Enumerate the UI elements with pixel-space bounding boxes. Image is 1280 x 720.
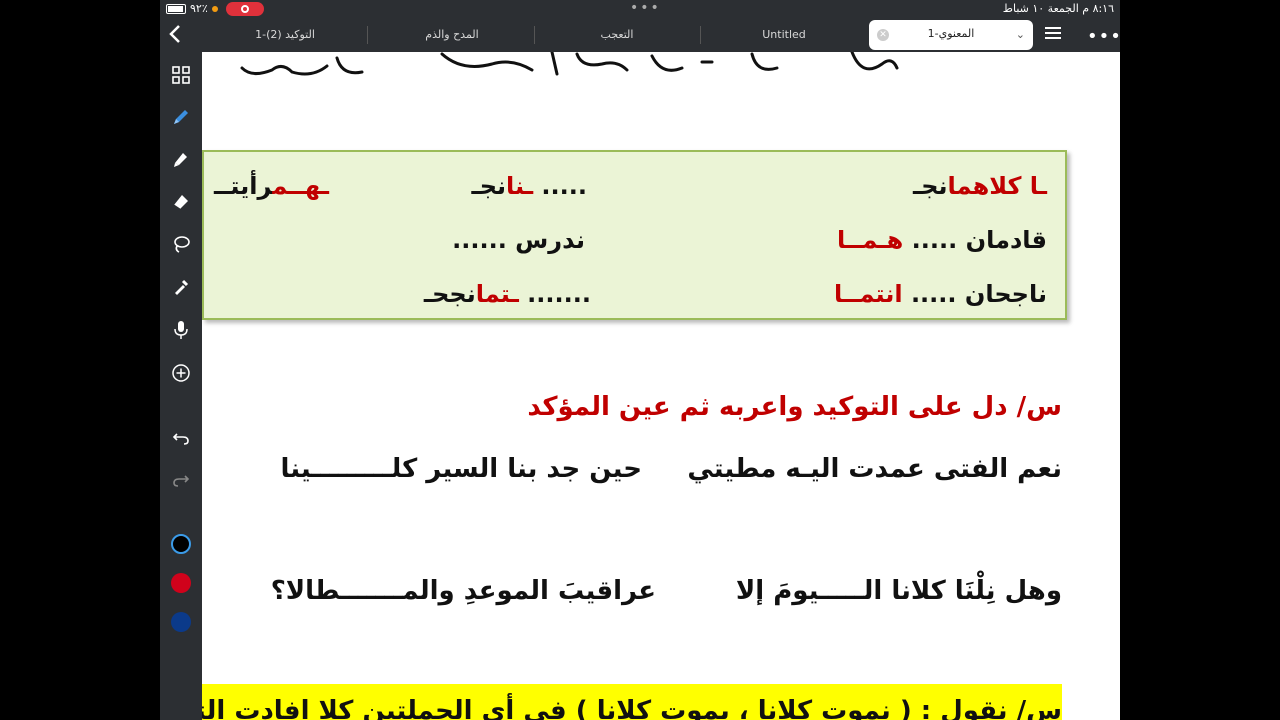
- example-r3-right: ناجحان ..... انتمــا: [834, 280, 1047, 308]
- chevron-down-icon[interactable]: ⌄: [1016, 28, 1025, 41]
- tab-madh-wal-dhamm[interactable]: المدح والذم: [370, 26, 534, 44]
- tab-bar: التوكيد (2)-1 المدح والذم التعجب Untitle…: [160, 18, 1120, 52]
- battery-level: ٩٢٪: [190, 2, 208, 15]
- tab-taajjub[interactable]: التعجب: [534, 26, 700, 44]
- example-text: ـا كلاهما: [947, 172, 1048, 200]
- screen-recording-icon[interactable]: [226, 2, 264, 16]
- verse2-first-half: وهل نِلْنَا كلانا الـــــيومَ إلا: [735, 576, 1062, 606]
- question-heading: س/ دل على التوكيد واعربه ثم عين المؤكد: [527, 392, 1062, 422]
- examples-box: ـا كلاهمانجـ ..... ـنانجـ ـهــمرأيتــ قا…: [202, 150, 1067, 320]
- example-r3-middle: ....... ـتمانجحـ: [424, 280, 591, 308]
- verse1-second-half: حين جد بنا السير كلـــــــــينا: [280, 454, 642, 484]
- active-tab-label: المعنوي-1: [927, 27, 975, 40]
- tab-untitled[interactable]: Untitled: [700, 26, 868, 44]
- indicator-dot-icon: [211, 5, 218, 12]
- battery-icon: [166, 3, 186, 14]
- example-r1-middle: ..... ـنانجـ: [472, 172, 587, 200]
- example-text: .......: [527, 280, 591, 308]
- color-swatch-red[interactable]: [171, 573, 191, 593]
- redo-icon[interactable]: [170, 469, 192, 491]
- lasso-icon[interactable]: [170, 233, 192, 255]
- verse1-first-half: نعم الفتى عمدت اليـه مطيتي: [687, 454, 1062, 484]
- back-button[interactable]: [168, 23, 192, 47]
- eyedropper-icon[interactable]: [170, 276, 192, 298]
- example-text: ناجحان .....: [910, 280, 1047, 308]
- example-text: رأيتــ: [214, 172, 273, 200]
- example-text: ـهــم: [272, 172, 329, 200]
- verse2-second-half: عراقيبَ الموعدِ والمـــــــطالا؟: [270, 576, 656, 606]
- example-text: نجـ: [471, 172, 507, 200]
- example-text: ـنا: [506, 172, 534, 200]
- tab-tawkeed-2[interactable]: التوكيد (2)-1: [200, 26, 370, 44]
- handwritten-annotation: [240, 52, 899, 76]
- undo-icon[interactable]: [170, 427, 192, 449]
- example-text: هـمــا: [836, 226, 904, 254]
- example-text: نجـ: [912, 172, 948, 200]
- left-toolbar: [160, 52, 202, 720]
- color-swatch-black[interactable]: [171, 534, 191, 554]
- close-tab-icon[interactable]: ✕: [877, 29, 889, 41]
- pen-icon[interactable]: [170, 106, 192, 128]
- ipad-screen: ٩٢٪ ••• ٨:١٦ م الجمعة ١٠ شباط التوكيد (2…: [160, 0, 1120, 720]
- color-swatch-navy[interactable]: [171, 612, 191, 632]
- highlighted-question: س/ نقول : ( نموت كلانا ، يموت كلانا ) في…: [202, 684, 1062, 720]
- document-page[interactable]: ـا كلاهمانجـ ..... ـنانجـ ـهــمرأيتــ قا…: [202, 52, 1120, 720]
- example-r1-right: ـا كلاهمانجـ: [913, 172, 1047, 200]
- example-r2-right: قادمان ..... هـمــا: [837, 226, 1047, 254]
- tab-divider: [367, 26, 368, 44]
- add-icon[interactable]: [170, 362, 192, 384]
- battery-indicator: ٩٢٪: [166, 2, 218, 15]
- example-text: قادمان .....: [911, 226, 1047, 254]
- multitask-dots-icon[interactable]: •••: [630, 0, 661, 16]
- example-text: انتمــا: [834, 280, 903, 308]
- example-text: نجحـ: [423, 280, 476, 308]
- grid-icon[interactable]: [170, 64, 192, 86]
- list-icon[interactable]: [1045, 27, 1061, 41]
- example-r1-left: ـهــمرأيتــ: [204, 172, 329, 200]
- example-text: .....: [541, 172, 587, 200]
- tab-active-manawi[interactable]: ✕ المعنوي-1 ⌄: [869, 20, 1033, 50]
- highlighter-icon[interactable]: [170, 148, 192, 170]
- bottom-question-text: س/ نقول : ( نموت كلانا ، يموت كلانا ) في…: [202, 696, 1062, 720]
- chevron-left-icon: [169, 25, 180, 43]
- status-time: ٨:١٦ م الجمعة ١٠ شباط: [1002, 2, 1114, 15]
- microphone-icon[interactable]: [170, 319, 192, 341]
- example-r2-middle: ندرس ......: [452, 226, 585, 254]
- more-icon[interactable]: •••: [1087, 26, 1120, 47]
- status-bar: ٩٢٪ ••• ٨:١٦ م الجمعة ١٠ شباط: [160, 0, 1120, 18]
- example-text: ـتما: [475, 280, 519, 308]
- eraser-icon[interactable]: [170, 191, 192, 213]
